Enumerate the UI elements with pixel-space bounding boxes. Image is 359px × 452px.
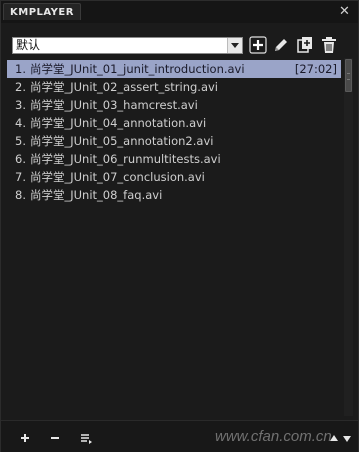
- playlist-item-number: 8.: [15, 188, 26, 202]
- add-playlist-button[interactable]: [249, 36, 267, 54]
- scrollbar-thumb[interactable]: [345, 59, 352, 92]
- playlist-item[interactable]: 6. 尚学堂_JUnit_06_runmultitests.avi: [7, 150, 341, 168]
- kmplayer-logo: KMPLAYER: [3, 3, 81, 20]
- playlist-item-number: 7.: [15, 170, 26, 184]
- copy-playlist-button[interactable]: [296, 36, 314, 54]
- pencil-icon: [275, 39, 287, 51]
- watermark-text: www.cfan.com.cn: [215, 428, 332, 445]
- plus-icon: [249, 36, 267, 54]
- chevron-down-icon[interactable]: [227, 38, 242, 53]
- triangle-down-icon: [343, 436, 351, 442]
- list-icon: [81, 434, 92, 444]
- kmplayer-playlist-window: KMPLAYER ✕ 默认 1. 尚学堂_JUnit_01_junit_intr…: [0, 0, 359, 452]
- remove-file-button[interactable]: [48, 430, 62, 444]
- plus-icon: [21, 434, 29, 442]
- playlist-item-number: 2.: [15, 80, 26, 94]
- playlist-item[interactable]: 8. 尚学堂_JUnit_08_faq.avi: [7, 186, 341, 204]
- close-icon[interactable]: ✕: [338, 5, 351, 18]
- playlist-scrollbar[interactable]: [344, 58, 353, 416]
- move-up-button[interactable]: [329, 430, 343, 444]
- minus-icon: [51, 437, 59, 439]
- playlist-item[interactable]: 1. 尚学堂_JUnit_01_junit_introduction.avi [27…: [7, 60, 341, 78]
- playlist-item-title: 尚学堂_JUnit_08_faq.avi: [30, 188, 163, 202]
- playlist-item-title: 尚学堂_JUnit_02_assert_string.avi: [30, 80, 218, 94]
- playlist-item-title: 尚学堂_JUnit_04_annotation.avi: [30, 116, 207, 130]
- title-bar[interactable]: KMPLAYER ✕: [1, 1, 358, 23]
- playlist-item-number: 6.: [15, 152, 26, 166]
- rename-playlist-button[interactable]: [272, 36, 290, 54]
- list-menu-button[interactable]: [79, 430, 93, 444]
- playlist-item[interactable]: 3. 尚学堂_JUnit_03_hamcrest.avi: [7, 96, 341, 114]
- playlist-item-title: 尚学堂_JUnit_07_conclusion.avi: [30, 170, 205, 184]
- playlist-item-number: 1.: [15, 62, 26, 76]
- trash-icon: [322, 37, 336, 53]
- playlist-item[interactable]: 4. 尚学堂_JUnit_04_annotation.avi: [7, 114, 341, 132]
- playlist-item-title: 尚学堂_JUnit_06_runmultitests.avi: [30, 152, 221, 166]
- playlist-selector-value: 默认: [16, 38, 41, 52]
- playlist-item-number: 3.: [15, 98, 26, 112]
- copy-icon: [297, 37, 312, 53]
- playlist-item-title: 尚学堂_JUnit_03_hamcrest.avi: [30, 98, 198, 112]
- playlist-item-number: 4.: [15, 116, 26, 130]
- playlist-toolbar: 默认: [1, 23, 358, 59]
- playlist-list: 1. 尚学堂_JUnit_01_junit_introduction.avi [27…: [7, 57, 343, 417]
- playlist-item-title: 尚学堂_JUnit_05_annotation2.avi: [30, 134, 214, 148]
- playlist-item[interactable]: 7. 尚学堂_JUnit_07_conclusion.avi: [7, 168, 341, 186]
- playlist-item[interactable]: 5. 尚学堂_JUnit_05_annotation2.avi: [7, 132, 341, 150]
- playlist-item-title: 尚学堂_JUnit_01_junit_introduction.avi: [30, 62, 245, 76]
- playlist-selector[interactable]: 默认: [12, 37, 243, 54]
- playlist-item-number: 5.: [15, 134, 26, 148]
- triangle-up-icon: [330, 435, 338, 441]
- playlist-item[interactable]: 2. 尚学堂_JUnit_02_assert_string.avi: [7, 78, 341, 96]
- delete-playlist-button[interactable]: [320, 36, 338, 54]
- playlist-item-duration: [27:02]: [294, 62, 337, 76]
- add-file-button[interactable]: [18, 430, 32, 444]
- playlist-bottom-bar: www.cfan.com.cn: [1, 420, 358, 452]
- move-down-button[interactable]: [342, 430, 352, 444]
